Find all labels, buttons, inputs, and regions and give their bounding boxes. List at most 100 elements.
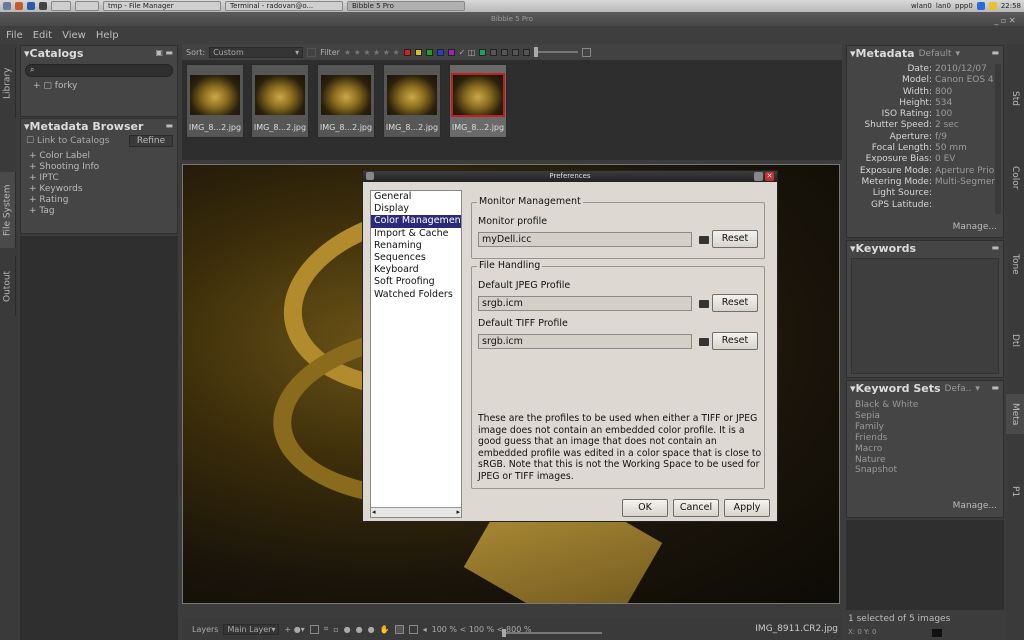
ok-button[interactable]: OK	[622, 499, 668, 517]
color-filter-green[interactable]	[425, 48, 433, 56]
catalog-search-input[interactable]: ⌕	[25, 64, 173, 77]
rating-filter-stars[interactable]: ★ ★ ★ ★ ★ ★	[344, 48, 400, 57]
thumbnail[interactable]: IMG_8...2.jpg	[317, 64, 375, 138]
tool-straighten-icon[interactable]: ▫	[333, 625, 338, 634]
sort-direction-icon[interactable]	[307, 47, 317, 57]
color-filter-yellow[interactable]	[414, 48, 422, 56]
menu-file[interactable]: File	[6, 30, 23, 41]
tab-file-system[interactable]: File System	[0, 172, 16, 248]
thumb-size-slider[interactable]	[534, 47, 579, 57]
view-mode-5-icon[interactable]	[523, 48, 531, 56]
tab-dtl[interactable]: Dtl	[1006, 320, 1024, 360]
thumbnail[interactable]: IMG_8...2.jpg	[383, 64, 441, 138]
dialog-close-icon[interactable]: ✕	[765, 172, 774, 181]
tab-p1[interactable]: P1	[1006, 472, 1024, 512]
sort-combo[interactable]: Custom ▾	[209, 46, 304, 58]
slider-handle[interactable]	[534, 47, 539, 57]
workspace-switcher-2[interactable]	[75, 1, 99, 11]
tab-output[interactable]: Outout	[0, 256, 16, 316]
mb-item-keywords[interactable]: + Keywords	[21, 184, 177, 195]
metadata-manage-button[interactable]: Manage...	[953, 222, 997, 232]
tab-color[interactable]: Color	[1006, 158, 1024, 198]
category-soft-proofing[interactable]: Soft Proofing	[371, 276, 461, 288]
tool-crop-icon[interactable]: ⌗	[324, 624, 329, 634]
dialog-titlebar[interactable]: Preferences ✕	[363, 171, 777, 182]
browser-icon[interactable]	[27, 2, 35, 10]
keyword-set-item[interactable]: Friends	[855, 433, 999, 444]
firefox-icon[interactable]	[15, 2, 23, 10]
tiff-profile-reset-button[interactable]: Reset	[712, 332, 758, 350]
cancel-button[interactable]: Cancel	[673, 499, 719, 517]
link-to-catalogs-checkbox[interactable]: ☐ Link to Catalogs	[26, 136, 109, 146]
keywords-header[interactable]: ▾ Keywords	[847, 241, 1003, 256]
tool-brush-icon[interactable]: ●	[356, 625, 363, 634]
color-filter-blue[interactable]	[436, 48, 444, 56]
category-keyboard[interactable]: Keyboard	[371, 264, 461, 276]
metadata-scrollbar[interactable]	[995, 64, 1001, 214]
color-filter-purple[interactable]	[447, 48, 455, 56]
mb-item-iptc[interactable]: + IPTC	[21, 173, 177, 184]
zoom-slider-handle[interactable]	[502, 629, 506, 637]
view-mode-4-icon[interactable]	[512, 48, 520, 56]
folder-icon[interactable]	[699, 236, 709, 244]
category-sequences[interactable]: Sequences	[371, 252, 461, 264]
category-import-cache[interactable]: Import & Cache	[371, 228, 461, 240]
monitor-profile-field[interactable]: myDell.icc	[478, 232, 692, 247]
keyword-set-item[interactable]: Sepia	[855, 411, 999, 422]
panel-close-icon[interactable]: ▬	[165, 121, 173, 130]
tool-grid-icon[interactable]	[309, 624, 319, 634]
folder-icon[interactable]	[699, 300, 709, 308]
tag-filter-icon[interactable]: ✓ ◫	[459, 48, 476, 57]
thumbnail-selected[interactable]: IMG_8...2.jpg	[449, 64, 507, 138]
panel-close-icon[interactable]: ▬	[991, 243, 999, 252]
menu-help[interactable]: Help	[96, 30, 119, 41]
filter-label[interactable]: Filter	[320, 48, 340, 57]
category-watched-folders[interactable]: Watched Folders	[371, 289, 461, 301]
task-bibble[interactable]: Bibble 5 Pro	[347, 1, 465, 11]
menu-edit[interactable]: Edit	[33, 30, 52, 41]
task-terminal[interactable]: Terminal - radovan@o...	[225, 1, 343, 11]
category-color-management[interactable]: Color Management	[371, 215, 461, 228]
window-controls[interactable]: _ ▫ ✕	[990, 14, 1020, 25]
panel-close-icon[interactable]: ▬	[991, 383, 999, 392]
metadata-preset-combo[interactable]: Default	[919, 49, 952, 59]
zoom-out-icon[interactable]: ◂	[423, 625, 427, 634]
keyword-set-item[interactable]: Family	[855, 422, 999, 433]
panel-controls-icon[interactable]: ▣ ▬	[155, 48, 173, 57]
keyword-set-item[interactable]: Nature	[855, 455, 999, 466]
dialog-menu-icon[interactable]	[366, 172, 374, 180]
panel-close-icon[interactable]: ▬	[991, 48, 999, 57]
view-mode-1-icon[interactable]	[479, 48, 487, 56]
dialog-maximize-icon[interactable]	[754, 172, 763, 181]
keywords-list[interactable]	[851, 258, 999, 374]
folder-icon[interactable]	[699, 338, 709, 346]
tab-tone[interactable]: Tone	[1006, 244, 1024, 284]
layer-combo[interactable]: Main Layer ▾	[223, 623, 280, 635]
thumbnail[interactable]: IMG_8...2.jpg	[251, 64, 309, 138]
thumb-size-icon[interactable]	[582, 47, 592, 57]
category-display[interactable]: Display	[371, 203, 461, 215]
keyword-set-item[interactable]: Snapshot	[855, 465, 999, 476]
tiff-profile-field[interactable]: srgb.icm	[478, 334, 692, 349]
tool-spot-icon[interactable]: ●	[344, 625, 351, 634]
jpeg-profile-field[interactable]: srgb.icm	[478, 296, 692, 311]
mb-item-rating[interactable]: + Rating	[21, 195, 177, 206]
catalog-item[interactable]: + ▢ forky	[21, 81, 177, 92]
keyword-sets-preset-combo[interactable]: Defa..	[945, 384, 972, 394]
category-renaming[interactable]: Renaming	[371, 240, 461, 252]
category-list-hscrollbar[interactable]: ◂ ▸	[371, 507, 461, 517]
tab-meta[interactable]: Meta	[1006, 394, 1024, 434]
task-file-manager[interactable]: tmp - File Manager	[103, 1, 221, 11]
tab-std[interactable]: Std	[1006, 78, 1024, 118]
menu-view[interactable]: View	[62, 30, 86, 41]
refine-button[interactable]: Refine	[129, 135, 173, 147]
view-mode-2-icon[interactable]	[490, 48, 498, 56]
tool-compare-icon[interactable]	[394, 624, 404, 634]
color-filter-red[interactable]	[403, 48, 411, 56]
zoom-slider[interactable]	[502, 629, 602, 637]
keyword-sets-manage-button[interactable]: Manage...	[953, 501, 997, 511]
tool-hand-icon[interactable]: ✋	[380, 625, 390, 634]
metadata-header[interactable]: ▾ Metadata Default ▾	[847, 46, 1003, 61]
tool-fit-icon[interactable]	[408, 624, 418, 634]
keyword-sets-header[interactable]: ▾ Keyword Sets Defa.. ▾	[847, 381, 1003, 396]
